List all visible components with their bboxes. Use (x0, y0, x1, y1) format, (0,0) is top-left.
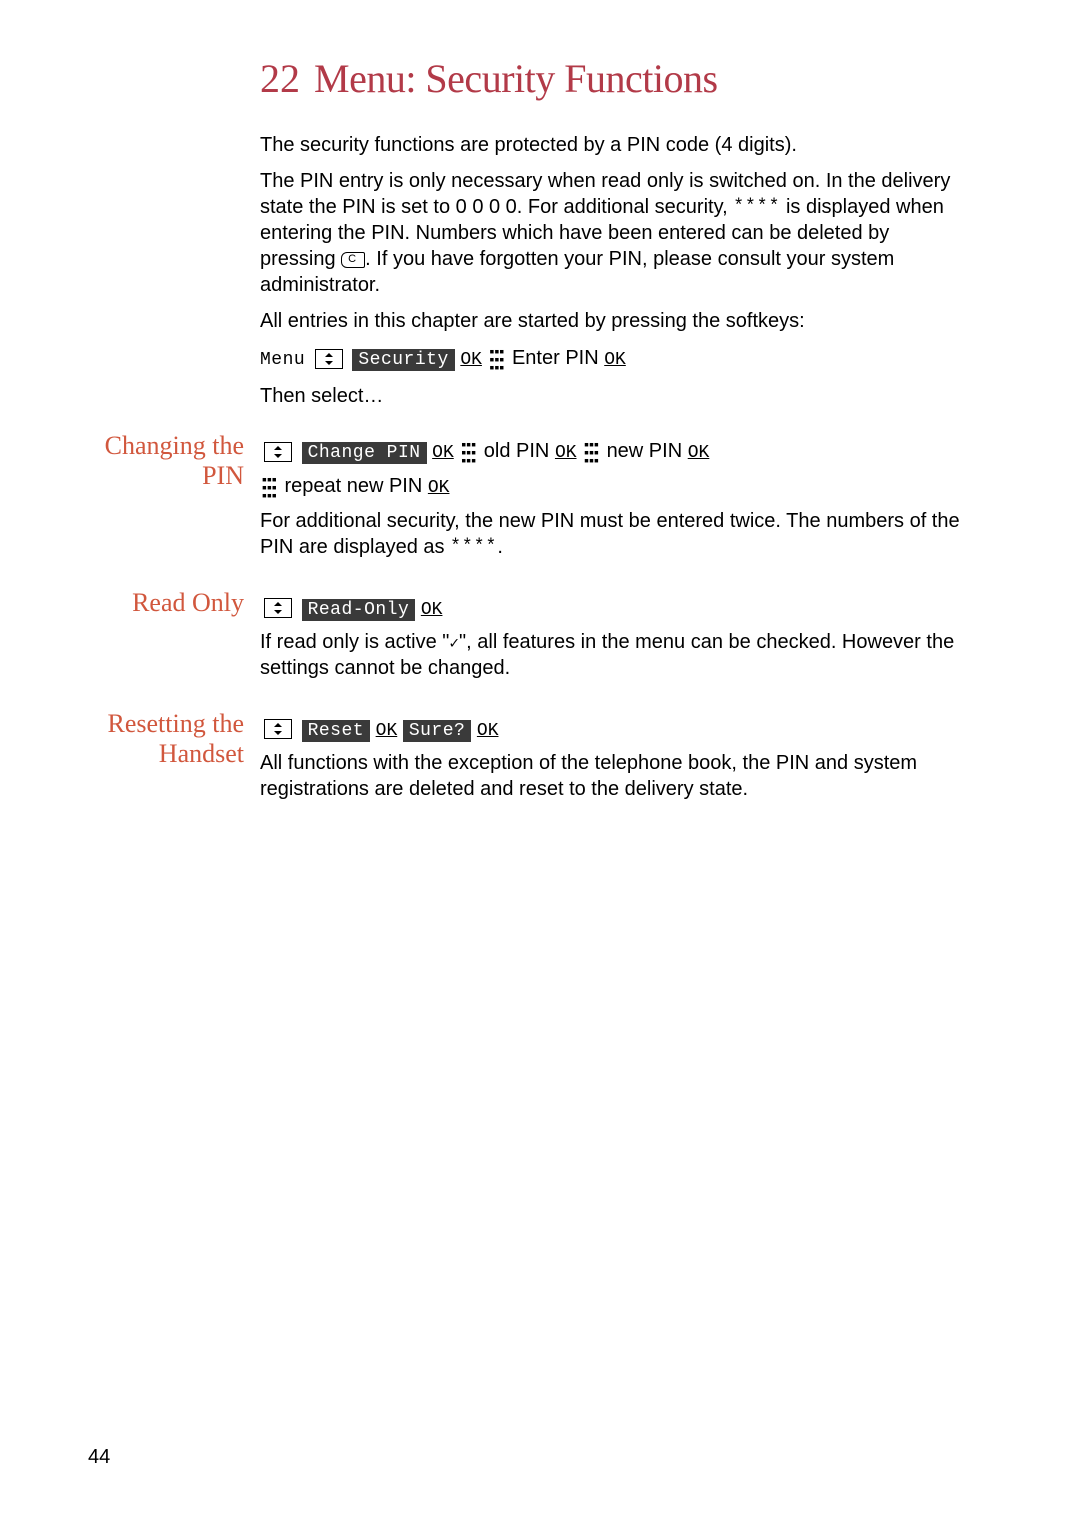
asterisks-icon: **** (733, 197, 780, 217)
read-only-sequence: Read-Only OK (260, 594, 960, 623)
label-repeat-pin: repeat new PIN (284, 475, 422, 497)
then-select: Then select… (260, 383, 960, 409)
softkey-change-pin: Change PIN (302, 442, 427, 464)
softkey-security: Security (352, 349, 454, 371)
intro-softkey-sequence: Menu Security OK ▪▪▪▪▪▪▪▪▪ Enter PIN OK (260, 344, 960, 373)
softkey-reset: Reset (302, 720, 371, 742)
intro-paragraph-1: The security functions are protected by … (260, 132, 960, 158)
softkey-ok: OK (428, 478, 450, 498)
text-fragment: . (497, 536, 503, 558)
nav-updown-icon (315, 349, 343, 369)
page-number: 44 (88, 1446, 110, 1469)
softkey-ok: OK (688, 443, 710, 463)
asterisks-icon: **** (450, 537, 497, 557)
resetting-sequence: Reset OK Sure? OK (260, 715, 960, 744)
nav-updown-icon (264, 442, 292, 462)
softkey-ok: OK (555, 443, 577, 463)
chapter-number: 22 (260, 55, 300, 102)
resetting-body: All functions with the exception of the … (260, 750, 960, 802)
changing-pin-sequence-2: ▪▪▪▪▪▪▪▪▪ repeat new PIN OK (260, 472, 960, 501)
label-old-pin: old PIN (484, 440, 550, 462)
section-heading-read-only: Read Only (80, 588, 244, 618)
delete-key-icon (341, 252, 365, 268)
softkey-ok: OK (477, 721, 499, 741)
checkmark-icon: ✓ (449, 635, 459, 653)
read-only-body: If read only is active "✓", all features… (260, 629, 960, 681)
nav-updown-icon (264, 719, 292, 739)
softkey-ok: OK (421, 600, 443, 620)
text-fragment: If read only is active " (260, 631, 449, 653)
label-new-pin: new PIN (607, 440, 683, 462)
softkey-read-only: Read-Only (302, 599, 416, 621)
nav-updown-icon (264, 598, 292, 618)
softkey-sure: Sure? (403, 720, 472, 742)
keypad-icon: ▪▪▪▪▪▪▪▪▪ (584, 440, 599, 464)
softkey-ok: OK (460, 350, 482, 370)
intro-paragraph-2: The PIN entry is only necessary when rea… (260, 168, 960, 298)
changing-pin-sequence-1: Change PIN OK ▪▪▪▪▪▪▪▪▪ old PIN OK ▪▪▪▪▪… (260, 437, 960, 466)
text-fragment: For additional security, the new PIN mus… (260, 510, 960, 558)
keypad-icon: ▪▪▪▪▪▪▪▪▪ (490, 347, 505, 371)
chapter-title: Menu: Security Functions (314, 55, 718, 102)
softkey-enter-pin: Enter PIN (512, 347, 599, 369)
section-heading-changing-pin: Changing the PIN (80, 431, 244, 491)
chapter-heading: 22 Menu: Security Functions (260, 55, 960, 102)
keypad-icon: ▪▪▪▪▪▪▪▪▪ (262, 475, 277, 499)
changing-pin-body: For additional security, the new PIN mus… (260, 508, 960, 560)
softkey-ok: OK (604, 350, 626, 370)
softkey-ok: OK (432, 443, 454, 463)
keypad-icon: ▪▪▪▪▪▪▪▪▪ (461, 440, 476, 464)
section-heading-resetting: Resetting the Handset (80, 709, 244, 769)
softkey-ok: OK (376, 721, 398, 741)
intro-paragraph-3: All entries in this chapter are started … (260, 308, 960, 334)
softkey-menu: Menu (260, 350, 305, 370)
